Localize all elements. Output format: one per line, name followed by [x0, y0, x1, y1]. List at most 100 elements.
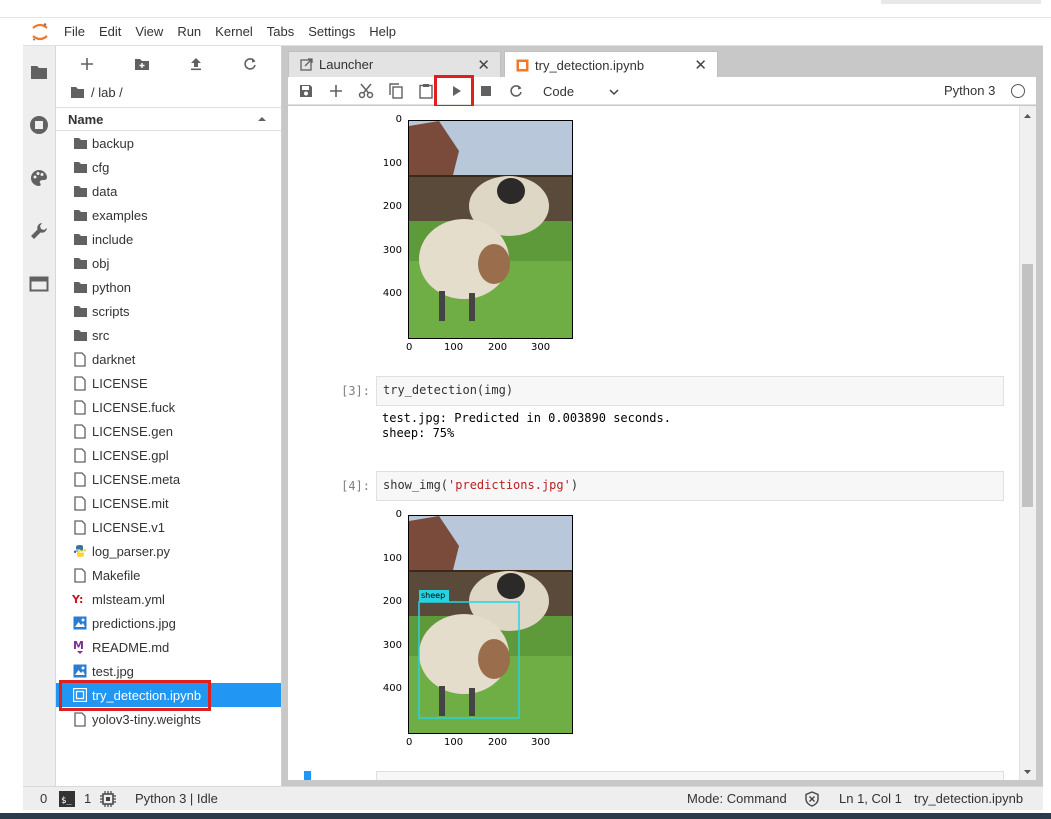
menu-view[interactable]: View: [128, 18, 170, 46]
code-function: show_img(: [383, 478, 449, 492]
empty-code-cell[interactable]: [376, 771, 1004, 780]
save-icon[interactable]: [295, 80, 317, 102]
restart-icon[interactable]: [505, 80, 527, 102]
wrench-icon[interactable]: [28, 220, 50, 242]
menu-help[interactable]: Help: [362, 18, 403, 46]
menu-tabs[interactable]: Tabs: [260, 18, 301, 46]
menu-file[interactable]: File: [57, 18, 92, 46]
breadcrumb-path[interactable]: / lab /: [91, 85, 123, 100]
file-name: LICENSE.mit: [92, 495, 169, 511]
running-kernels-icon[interactable]: [28, 114, 50, 136]
file-list-item[interactable]: backup: [56, 131, 281, 155]
cursor-position[interactable]: Ln 1, Col 1: [839, 787, 902, 811]
terminal-icon[interactable]: $_: [59, 791, 75, 807]
menu-kernel[interactable]: Kernel: [208, 18, 260, 46]
kernel-state[interactable]: Python 3 | Idle: [135, 787, 218, 811]
file-name: scripts: [92, 303, 130, 319]
file-list-item[interactable]: LICENSE.mit: [56, 491, 281, 515]
cell-type-dropdown[interactable]: Code: [543, 77, 619, 105]
file-list-item[interactable]: include: [56, 227, 281, 251]
tab-launcher[interactable]: Launcher ✕: [288, 51, 501, 77]
new-launcher-icon[interactable]: [75, 52, 99, 76]
trust-icon[interactable]: [804, 791, 820, 807]
file-list-item[interactable]: obj: [56, 251, 281, 275]
file-list-item[interactable]: src: [56, 323, 281, 347]
file-list-item[interactable]: LICENSE.meta: [56, 467, 281, 491]
kernel-count[interactable]: 1: [84, 787, 91, 811]
cut-icon[interactable]: [355, 80, 377, 102]
y-tick-label: 200: [382, 201, 402, 212]
active-cell-marker: [304, 771, 311, 780]
predictions-image: sheep: [408, 515, 573, 734]
file-list-item[interactable]: LICENSE.v1: [56, 515, 281, 539]
file-list-item[interactable]: examples: [56, 203, 281, 227]
tabs-panel-icon[interactable]: [28, 273, 50, 295]
menu-settings[interactable]: Settings: [301, 18, 362, 46]
new-folder-icon[interactable]: [130, 52, 154, 76]
tab-label: try_detection.ipynb: [535, 57, 645, 73]
image-output-2: sheep 0 100 200 300 400 0 100 200 300: [378, 506, 678, 761]
file-list-item[interactable]: LICENSE: [56, 371, 281, 395]
palette-icon[interactable]: [28, 167, 50, 189]
notebook-panel[interactable]: 0 100 200 300 400 0 100 200 300 [3]: try…: [288, 106, 1036, 780]
file-list-item[interactable]: log_parser.py: [56, 539, 281, 563]
file-list-item[interactable]: Y: mlsteam.yml: [56, 587, 281, 611]
file-name: cfg: [92, 159, 110, 175]
scrollbar-thumb[interactable]: [1022, 264, 1033, 507]
file-list-item[interactable]: data: [56, 179, 281, 203]
kernel-name[interactable]: Python 3: [944, 77, 995, 105]
y-tick-label: 300: [382, 640, 402, 651]
stop-icon[interactable]: [475, 80, 497, 102]
tab-try-detection[interactable]: try_detection.ipynb ✕: [504, 51, 718, 78]
file-list-item[interactable]: cfg: [56, 155, 281, 179]
folder-icon: [72, 327, 88, 343]
status-bar: 0 $_ 1 Python 3 | Idle Mode: Command Ln …: [23, 786, 1043, 810]
name-column-header[interactable]: Name: [68, 112, 103, 127]
x-tick-label: 100: [444, 737, 464, 748]
taskbar-edge: [0, 813, 1051, 819]
notebook-toolbar: [288, 77, 1036, 105]
markdown-file-icon: M: [72, 639, 88, 655]
file-list-item[interactable]: LICENSE.gpl: [56, 443, 281, 467]
kernel-chip-icon[interactable]: [100, 791, 116, 807]
image-file-icon: [72, 663, 88, 679]
file-list-item[interactable]: LICENSE.fuck: [56, 395, 281, 419]
close-icon[interactable]: ✕: [694, 56, 707, 74]
code-cell-input[interactable]: try_detection(img): [376, 376, 1004, 406]
code-cell-input[interactable]: show_img('predictions.jpg'): [376, 471, 1004, 501]
svg-text:$_: $_: [61, 796, 72, 806]
file-list-item[interactable]: M README.md: [56, 635, 281, 659]
sort-caret-icon[interactable]: [257, 112, 267, 127]
file-list-item[interactable]: scripts: [56, 299, 281, 323]
terminal-count[interactable]: 0: [40, 787, 47, 811]
detection-label: sheep: [421, 591, 446, 600]
file-list-item[interactable]: LICENSE.gen: [56, 419, 281, 443]
file-list-header[interactable]: Name: [56, 107, 281, 131]
x-tick-label: 0: [406, 342, 413, 353]
file-browser-toolbar: [56, 52, 282, 76]
close-icon[interactable]: ✕: [477, 56, 490, 74]
notebook-icon: [515, 58, 529, 72]
y-tick-label: 400: [382, 288, 402, 299]
file-list-item[interactable]: Makefile: [56, 563, 281, 587]
refresh-icon[interactable]: [238, 52, 262, 76]
file-name: LICENSE.gpl: [92, 447, 169, 463]
scroll-down-icon[interactable]: [1022, 765, 1033, 775]
activity-bar: [23, 46, 56, 786]
file-name: data: [92, 183, 118, 199]
file-list-item[interactable]: python: [56, 275, 281, 299]
folder-icon[interactable]: [70, 86, 85, 99]
file-name: README.md: [92, 639, 170, 655]
copy-icon[interactable]: [385, 80, 407, 102]
menu-run[interactable]: Run: [170, 18, 208, 46]
file-name: mlsteam.yml: [92, 591, 165, 607]
upload-icon[interactable]: [184, 52, 208, 76]
add-cell-icon[interactable]: [325, 80, 347, 102]
file-icon: [72, 399, 88, 415]
scroll-up-icon[interactable]: [1022, 109, 1033, 119]
folder-icon[interactable]: [28, 61, 50, 83]
file-list-item[interactable]: darknet: [56, 347, 281, 371]
menu-edit[interactable]: Edit: [92, 18, 128, 46]
python-file-icon: [72, 543, 88, 559]
file-list-item[interactable]: predictions.jpg: [56, 611, 281, 635]
